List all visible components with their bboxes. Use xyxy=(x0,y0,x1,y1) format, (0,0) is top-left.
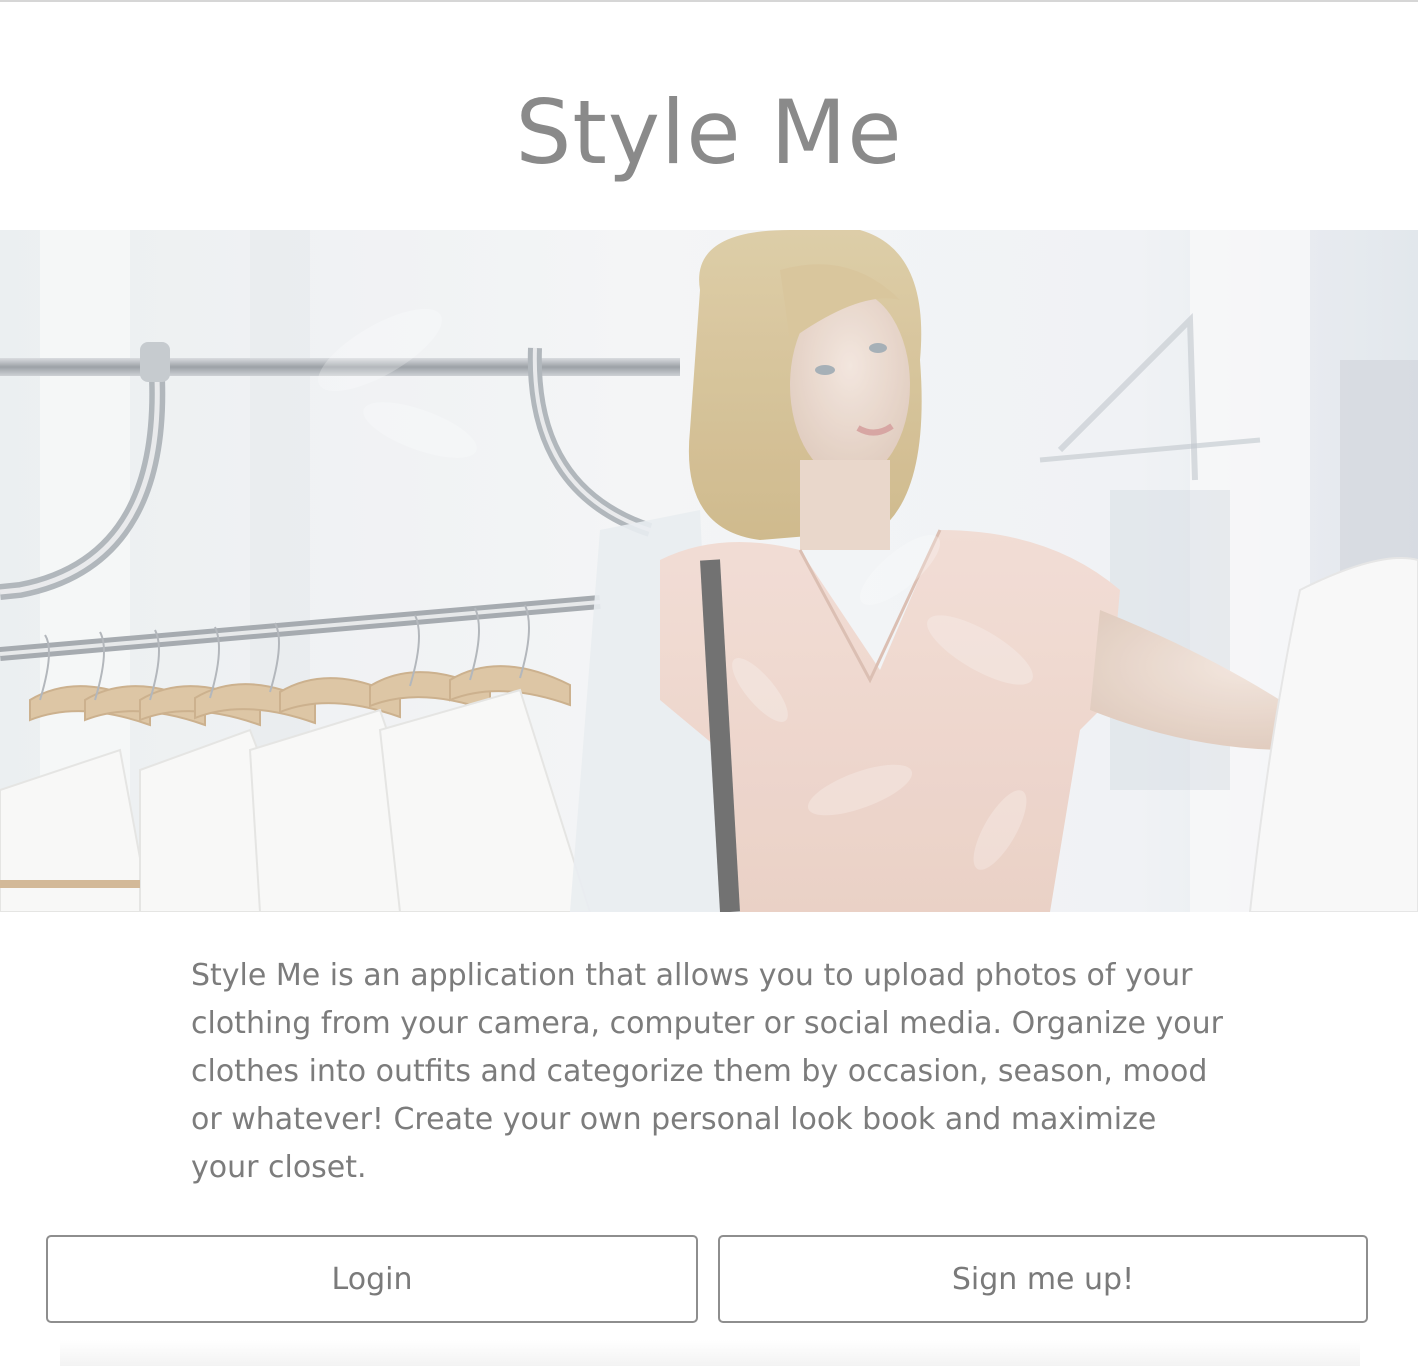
app-title: Style Me xyxy=(515,81,903,184)
landing-page: Style Me Style Me is an application that… xyxy=(0,0,1418,1366)
app-description: Style Me is an application that allows y… xyxy=(191,958,1223,1185)
login-button[interactable]: Login xyxy=(46,1235,698,1323)
top-divider xyxy=(0,0,1418,2)
bottom-shadow xyxy=(60,1340,1360,1366)
signup-button[interactable]: Sign me up! xyxy=(718,1235,1368,1323)
hero-image xyxy=(0,230,1418,912)
